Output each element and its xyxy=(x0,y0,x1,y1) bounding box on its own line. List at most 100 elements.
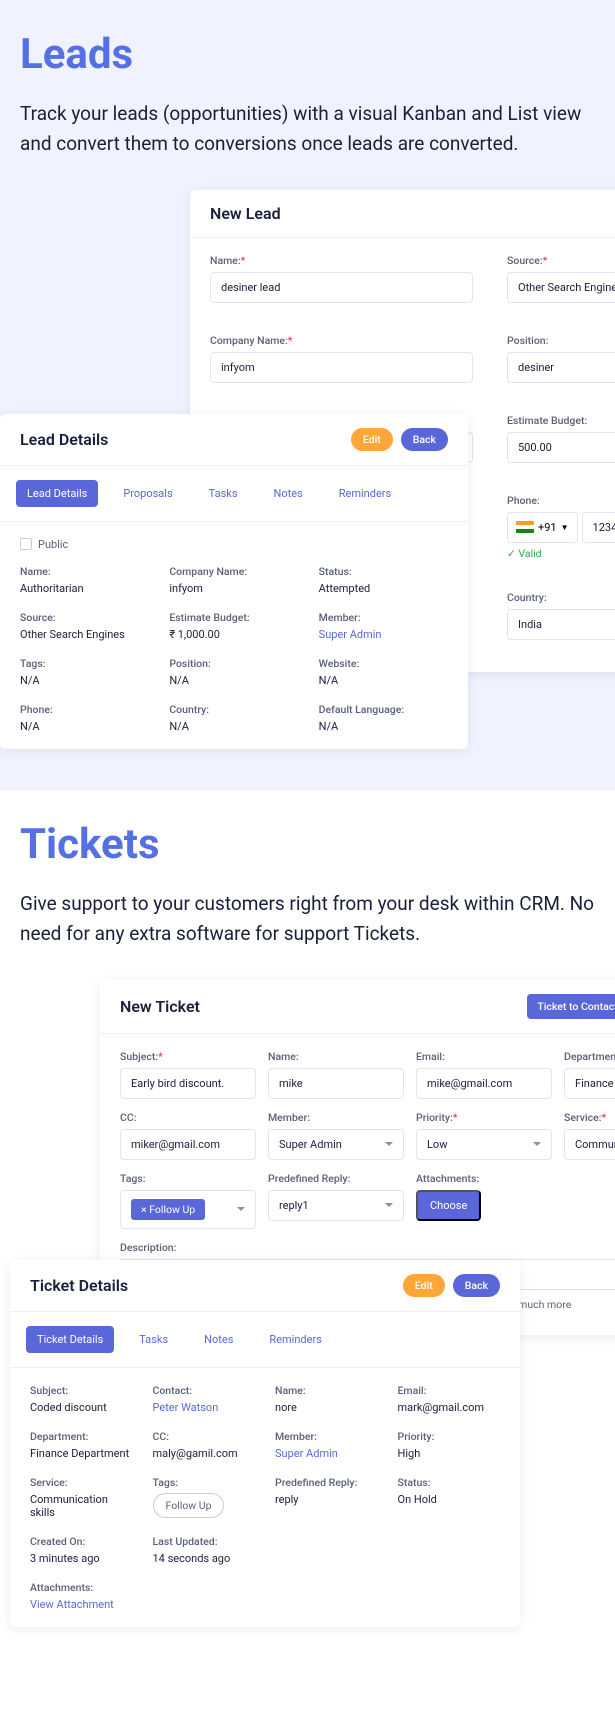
lead-details-title: Lead Details xyxy=(20,430,108,449)
detail-value[interactable]: Peter Watson xyxy=(153,1401,256,1414)
detail-value: Communication skills xyxy=(30,1493,133,1519)
leads-section: Leads Track your leads (opportunities) w… xyxy=(0,0,615,790)
tag-followup[interactable]: × Follow Up xyxy=(131,1199,205,1220)
tab-tasks[interactable]: Tasks xyxy=(198,480,249,507)
member-label: Member: xyxy=(268,1111,404,1124)
country-select[interactable]: India xyxy=(507,609,615,640)
caret-down-icon xyxy=(533,1142,541,1146)
tab-notes[interactable]: Notes xyxy=(263,480,314,507)
leads-desc: Track your leads (opportunities) with a … xyxy=(20,99,595,160)
detail-value: Finance Department xyxy=(30,1447,133,1460)
choose-button[interactable]: Choose xyxy=(416,1190,481,1221)
attachments-label: Attachments: xyxy=(30,1581,500,1594)
detail-value: 14 seconds ago xyxy=(153,1552,256,1565)
position-input[interactable] xyxy=(507,352,615,383)
detail-cell: Default Language:N/A xyxy=(319,703,448,733)
name-input[interactable] xyxy=(210,272,473,303)
detail-label: Department: xyxy=(30,1430,133,1443)
country-code-select[interactable]: +91 ▼ xyxy=(507,512,578,543)
tab-proposals[interactable]: Proposals xyxy=(112,480,183,507)
edit-button[interactable]: Edit xyxy=(403,1274,445,1297)
service-select[interactable]: Communication skills xyxy=(564,1129,615,1160)
caret-down-icon xyxy=(385,1203,393,1207)
detail-label: Tags: xyxy=(20,657,149,670)
caret-down-icon xyxy=(237,1207,245,1211)
source-label: Source:* xyxy=(507,254,615,267)
tab-tasks[interactable]: Tasks xyxy=(128,1326,179,1353)
name-input[interactable] xyxy=(268,1068,404,1099)
detail-cell: Predefined Reply: reply xyxy=(275,1476,378,1519)
tags-select[interactable]: × Follow Up xyxy=(120,1190,256,1229)
detail-cell: Service:Communication skills xyxy=(30,1476,133,1519)
detail-cell: Source:Other Search Engines xyxy=(20,611,149,641)
new-ticket-title: New Ticket xyxy=(120,997,200,1016)
detail-cell: Tags: Follow Up xyxy=(153,1476,256,1519)
source-select[interactable]: Other Search Engines xyxy=(507,272,615,303)
detail-cell: Subject: Coded discount xyxy=(30,1384,133,1414)
detail-cell: Email:mark@gmail.com xyxy=(398,1384,501,1414)
ticket-to-contact-button[interactable]: Ticket to Contact xyxy=(527,994,615,1019)
detail-value: N/A xyxy=(169,674,298,687)
back-button[interactable]: Back xyxy=(453,1274,500,1297)
detail-label: Source: xyxy=(20,611,149,624)
country-label: Country: xyxy=(507,591,615,604)
detail-cell: Priority:High xyxy=(398,1430,501,1460)
detail-cell: Website:N/A xyxy=(319,657,448,687)
detail-cell: Member:Super Admin xyxy=(319,611,448,641)
member-select[interactable]: Super Admin xyxy=(268,1129,404,1160)
detail-label: CC: xyxy=(153,1430,256,1443)
detail-label: Tags: xyxy=(153,1476,256,1489)
detail-cell: Name:Authoritarian xyxy=(20,565,149,595)
cc-input[interactable] xyxy=(120,1129,256,1160)
subject-label: Subject:* xyxy=(120,1050,256,1063)
detail-value: N/A xyxy=(20,720,149,733)
phone-input[interactable] xyxy=(582,512,615,543)
detail-cell: Estimate Budget:₹ 1,000.00 xyxy=(169,611,298,641)
tab-reminders[interactable]: Reminders xyxy=(258,1326,332,1353)
public-checkbox[interactable] xyxy=(20,538,32,550)
detail-value: N/A xyxy=(20,674,149,687)
leads-title: Leads xyxy=(20,30,595,79)
detail-label: Last Updated: xyxy=(153,1535,256,1548)
tab-notes[interactable]: Notes xyxy=(193,1326,244,1353)
detail-cell: CC:maly@gamil.com xyxy=(153,1430,256,1460)
detail-label: Name: xyxy=(275,1384,378,1397)
new-lead-title: New Lead xyxy=(210,204,281,223)
back-button[interactable]: Back xyxy=(401,428,448,451)
detail-value[interactable]: Super Admin xyxy=(319,628,448,641)
company-input[interactable] xyxy=(210,352,473,383)
detail-label: Status: xyxy=(319,565,448,578)
cc-label: CC: xyxy=(120,1111,256,1124)
detail-value: On Hold xyxy=(398,1493,501,1506)
edit-button[interactable]: Edit xyxy=(351,428,393,451)
tab-reminders[interactable]: Reminders xyxy=(328,480,402,507)
detail-value: Follow Up xyxy=(153,1493,256,1518)
detail-value: infyom xyxy=(169,582,298,595)
budget-input[interactable] xyxy=(507,432,615,463)
reply-label: Predefined Reply: xyxy=(268,1172,404,1185)
detail-label: Created On: xyxy=(30,1535,133,1548)
detail-label: Predefined Reply: xyxy=(275,1476,378,1489)
detail-value: reply xyxy=(275,1493,378,1506)
detail-value: 3 minutes ago xyxy=(30,1552,133,1565)
tickets-desc: Give support to your customers right fro… xyxy=(20,889,595,950)
reply-select[interactable]: reply1 xyxy=(268,1190,404,1221)
view-attachment-link[interactable]: View Attachment xyxy=(30,1598,500,1611)
subject-input[interactable] xyxy=(120,1068,256,1099)
email-label: Email: xyxy=(416,1050,552,1063)
detail-cell: Name:nore xyxy=(275,1384,378,1414)
detail-value[interactable]: Super Admin xyxy=(275,1447,378,1460)
ticket-details-panel: Ticket Details Edit Back Ticket Details … xyxy=(10,1260,520,1627)
ticket-tabs: Ticket Details Tasks Notes Reminders xyxy=(10,1312,520,1368)
detail-value: Authoritarian xyxy=(20,582,149,595)
detail-value: Coded discount xyxy=(30,1401,133,1414)
tab-ticket-details[interactable]: Ticket Details xyxy=(26,1326,114,1353)
tab-lead-details[interactable]: Lead Details xyxy=(16,480,98,507)
detail-label: Subject: xyxy=(30,1384,133,1397)
dept-select[interactable]: Finance Department xyxy=(564,1068,615,1099)
detail-cell: Created On: 3 minutes ago xyxy=(30,1535,133,1565)
priority-select[interactable]: Low xyxy=(416,1129,552,1160)
service-label: Service:* xyxy=(564,1111,615,1124)
budget-label: Estimate Budget: xyxy=(507,414,615,427)
email-input[interactable] xyxy=(416,1068,552,1099)
